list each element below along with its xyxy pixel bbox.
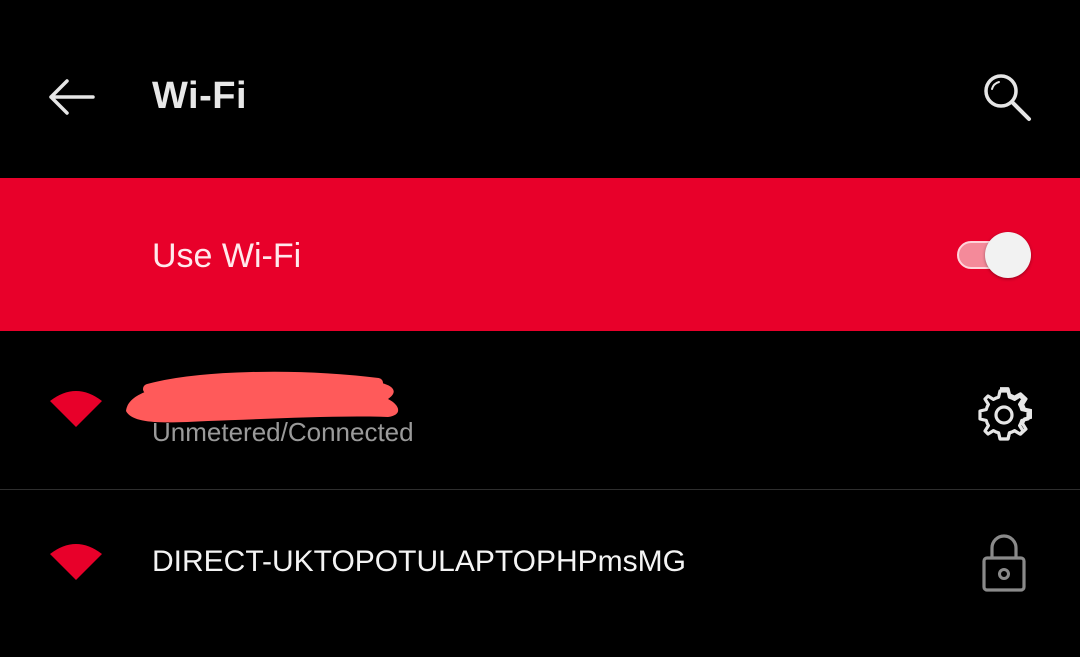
network-name: DIRECT-UKTOPOTULAPTOPHPmsMG xyxy=(152,545,686,578)
back-button[interactable] xyxy=(36,62,106,132)
wifi-signal-icon xyxy=(50,391,102,427)
toggle-thumb xyxy=(985,232,1031,278)
lock-icon xyxy=(982,534,1026,592)
search-button[interactable] xyxy=(972,62,1042,132)
gear-icon xyxy=(978,387,1032,441)
arrow-left-icon xyxy=(49,79,95,115)
network-item-secured[interactable]: DIRECT-UKTOPOTULAPTOPHPmsMG xyxy=(0,490,1080,640)
page-title: Wi-Fi xyxy=(152,75,248,117)
app-bar: Wi-Fi xyxy=(0,0,1080,178)
use-wifi-row[interactable]: Use Wi-Fi xyxy=(0,178,1080,331)
network-item-connected[interactable]: Unmetered/Connected xyxy=(0,331,1080,489)
network-settings-button[interactable] xyxy=(972,383,1036,447)
use-wifi-label: Use Wi-Fi xyxy=(152,237,302,275)
wifi-signal-icon xyxy=(50,544,102,580)
use-wifi-toggle[interactable] xyxy=(955,230,1035,280)
network-status: Unmetered/Connected xyxy=(152,417,414,447)
search-icon xyxy=(984,74,1031,121)
